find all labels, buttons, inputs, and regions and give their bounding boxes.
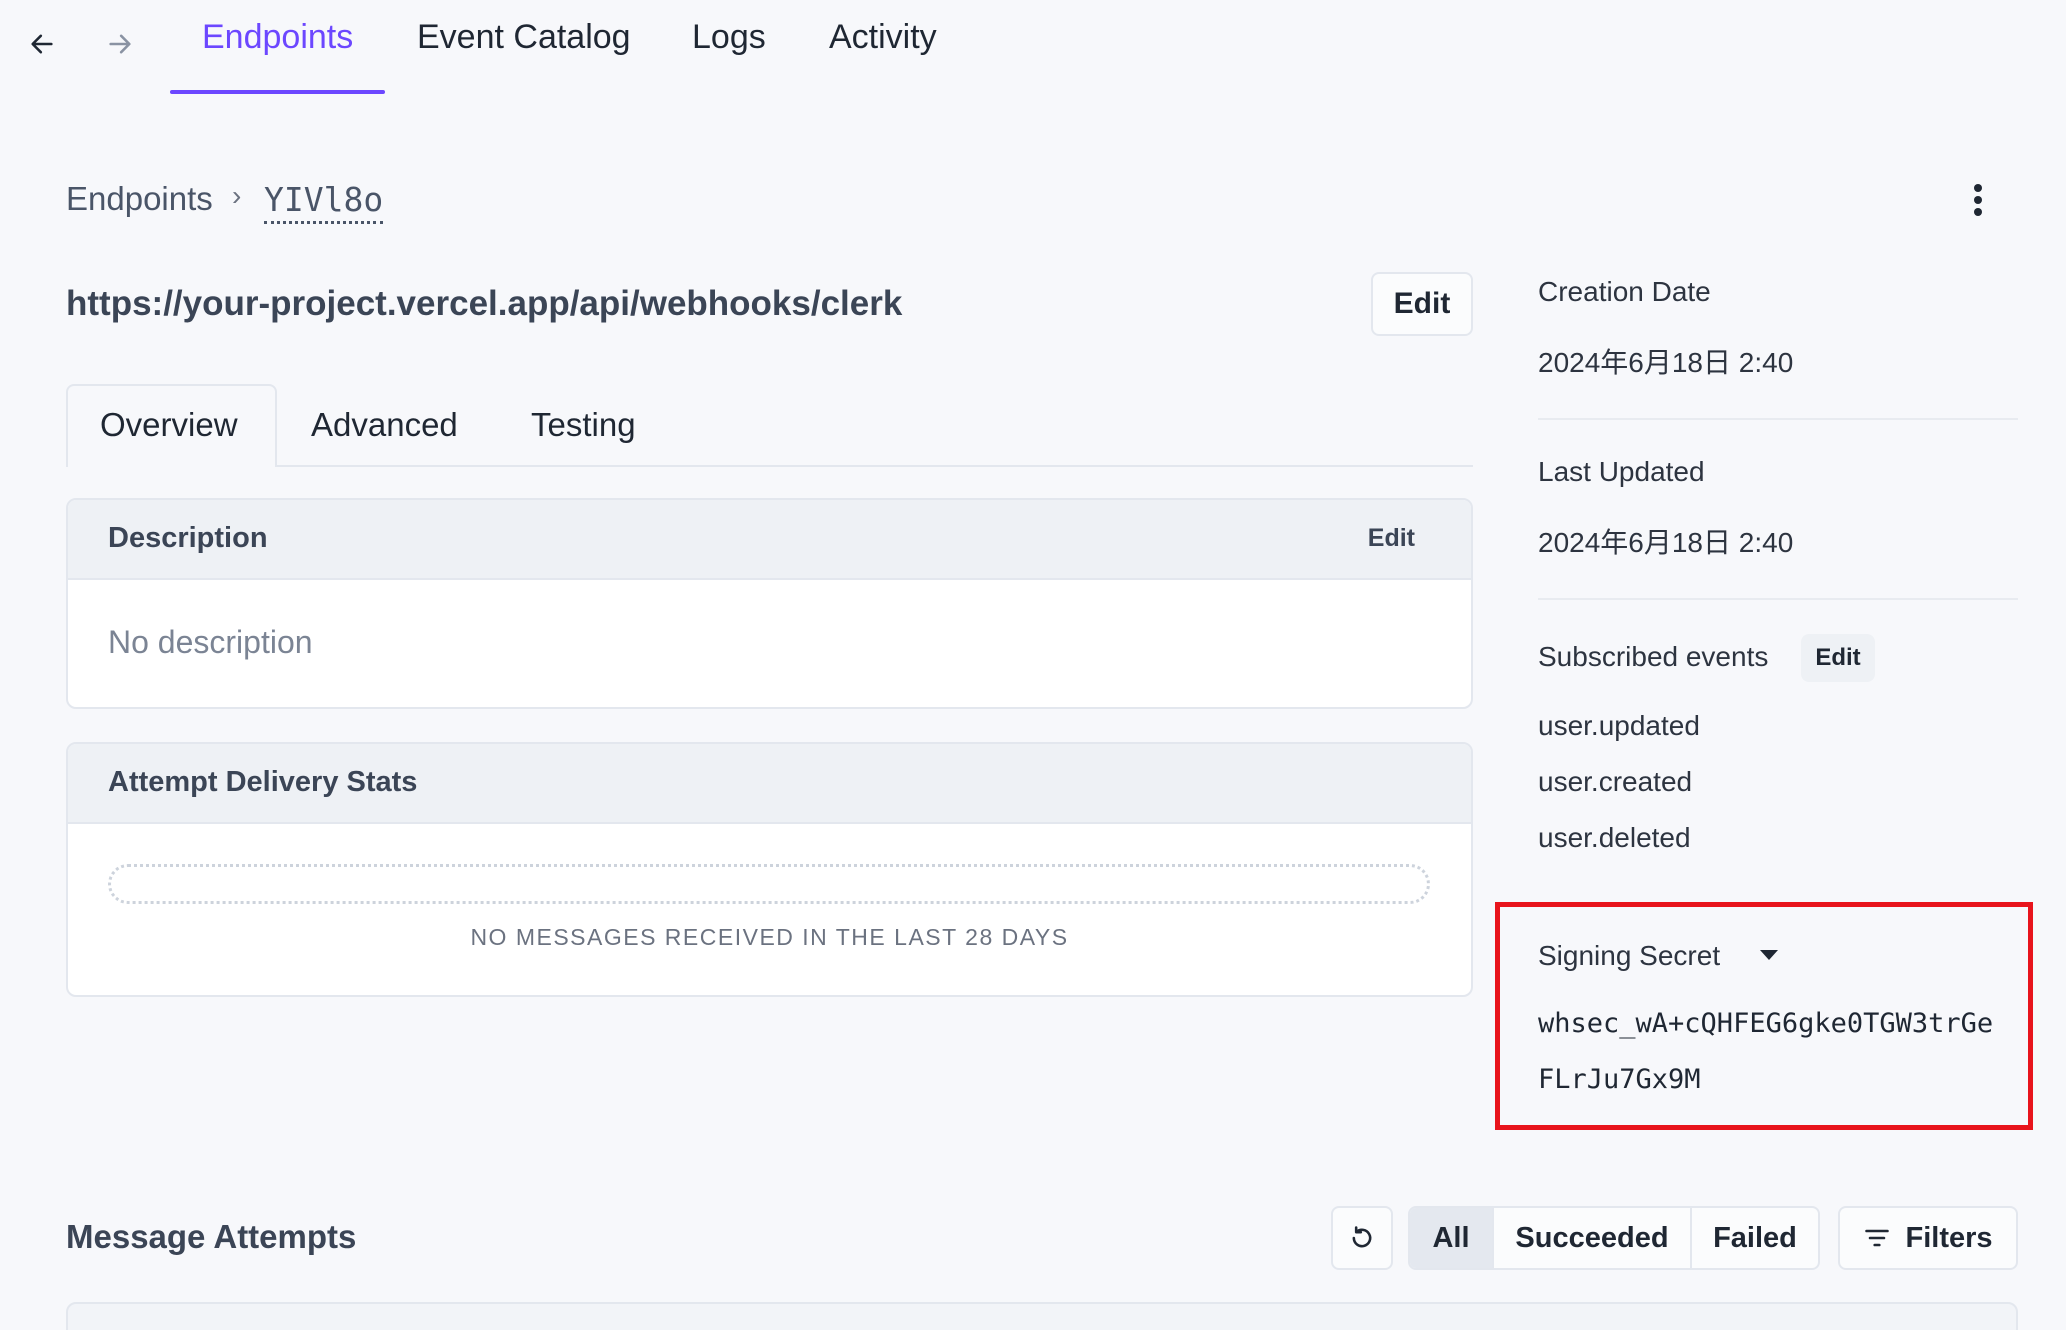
description-text: No description	[108, 624, 313, 660]
more-options-icon[interactable]	[1960, 178, 1996, 222]
arrow-left-icon	[31, 34, 53, 54]
description-card-header: Description Edit	[68, 500, 1471, 580]
delivery-stats-title: Attempt Delivery Stats	[108, 766, 418, 798]
tab-event-catalog[interactable]: Event Catalog	[417, 18, 631, 57]
stats-empty-message: NO MESSAGES RECEIVED IN THE LAST 28 DAYS	[470, 924, 1069, 950]
breadcrumb-endpoints[interactable]: Endpoints	[66, 180, 213, 218]
forward-button[interactable]	[100, 24, 140, 64]
message-attempts-table	[66, 1302, 2018, 1330]
delivery-stats-header: Attempt Delivery Stats	[68, 744, 1471, 824]
tab-advanced[interactable]: Advanced	[311, 406, 458, 444]
status-filter-group: All Succeeded Failed	[1408, 1206, 1820, 1270]
delivery-stats-card: Attempt Delivery Stats NO MESSAGES RECEI…	[66, 742, 1473, 997]
breadcrumb-endpoint-id[interactable]: YIVl8o	[264, 180, 384, 224]
stats-placeholder-bar	[108, 864, 1430, 904]
last-updated-value: 2024年6月18日 2:40	[1538, 527, 1794, 558]
creation-date-label: Creation Date	[1538, 276, 1711, 307]
message-attempts-title: Message Attempts	[66, 1218, 357, 1255]
filter-succeeded-button[interactable]: Succeeded	[1492, 1208, 1690, 1268]
filter-all-button[interactable]: All	[1410, 1208, 1492, 1268]
filters-button[interactable]: Filters	[1838, 1206, 2018, 1270]
event-item: user.updated	[1538, 710, 1700, 741]
tab-activity[interactable]: Activity	[829, 18, 937, 57]
edit-events-button[interactable]: Edit	[1801, 634, 1875, 682]
description-card: Description Edit No description	[66, 498, 1473, 709]
filter-icon	[1865, 1229, 1890, 1247]
description-title: Description	[108, 522, 268, 554]
chevron-down-icon[interactable]	[1760, 950, 1778, 960]
refresh-icon	[1352, 1226, 1372, 1248]
signing-secret-value-cont: FLrJu7Gx9M	[1538, 1064, 1701, 1095]
refresh-button[interactable]	[1331, 1206, 1393, 1270]
signing-secret-value: whsec_wA+cQHFEG6gke0TGW3trGe	[1538, 1008, 1994, 1039]
back-button[interactable]	[22, 24, 62, 64]
tab-testing[interactable]: Testing	[531, 406, 636, 444]
subscribed-events-label: Subscribed events	[1538, 641, 1769, 672]
edit-url-button[interactable]: Edit	[1371, 272, 1473, 336]
tab-logs[interactable]: Logs	[692, 18, 766, 57]
breadcrumb-separator: ›	[232, 180, 242, 211]
tab-endpoints[interactable]: Endpoints	[202, 18, 353, 57]
active-tab-indicator	[170, 90, 385, 94]
signing-secret-label[interactable]: Signing Secret	[1538, 940, 1720, 972]
endpoint-url: https://your-project.vercel.app/api/webh…	[66, 284, 903, 323]
filters-label: Filters	[1905, 1221, 1993, 1254]
tabs-divider	[66, 465, 1473, 467]
sidebar-divider	[1538, 598, 2018, 600]
sidebar-divider	[1538, 418, 2018, 420]
tab-overview[interactable]: Overview	[100, 406, 238, 444]
arrow-right-icon	[109, 34, 131, 54]
event-item: user.deleted	[1538, 822, 1691, 853]
creation-date-value: 2024年6月18日 2:40	[1538, 347, 1794, 378]
last-updated-label: Last Updated	[1538, 456, 1705, 487]
edit-description-button[interactable]: Edit	[1368, 524, 1415, 553]
filter-failed-button[interactable]: Failed	[1690, 1208, 1818, 1268]
event-item: user.created	[1538, 766, 1693, 797]
